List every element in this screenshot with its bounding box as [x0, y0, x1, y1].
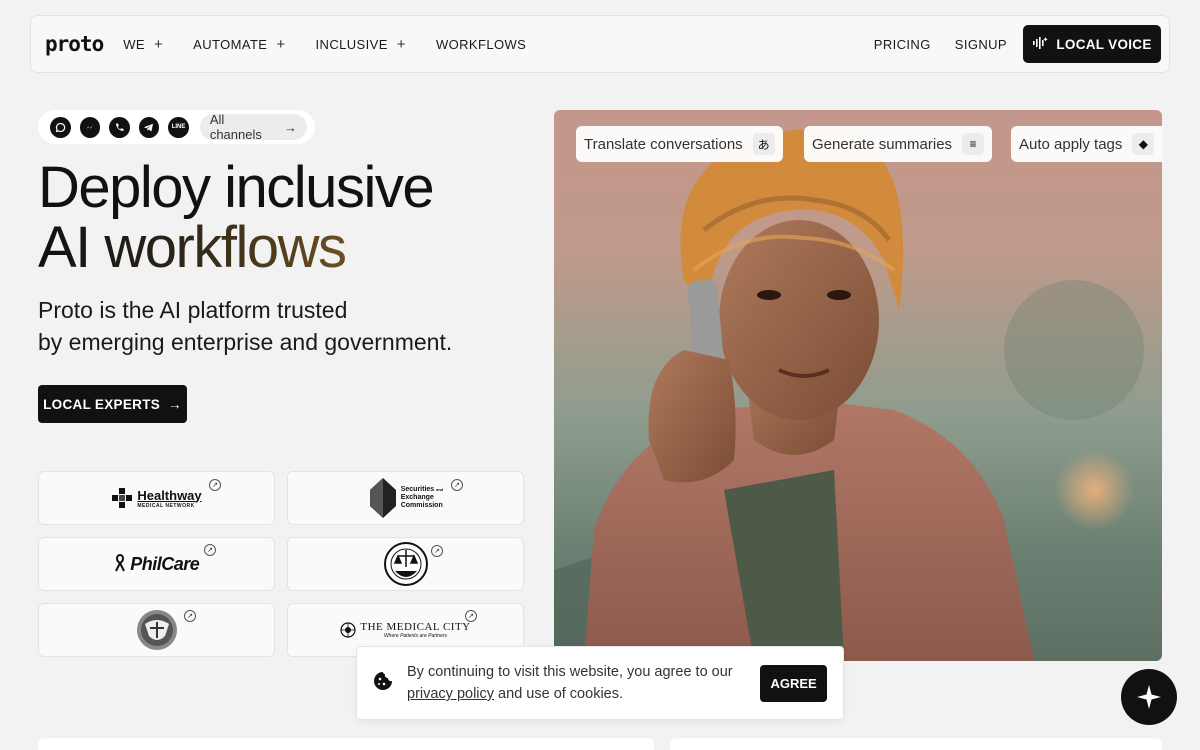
- chip-label: Generate summaries: [812, 135, 953, 153]
- sec-line1: Securities: [400, 486, 435, 493]
- whatsapp-icon[interactable]: [50, 116, 71, 138]
- sec-logo: Securities and Exchange Commission: [368, 476, 444, 520]
- cookie-text: By continuing to visit this website, you…: [407, 661, 746, 705]
- nav-item-automate[interactable]: AUTOMATE +: [193, 36, 285, 53]
- pricing-link[interactable]: PRICING: [874, 37, 931, 52]
- sec-line3: Commission: [400, 502, 443, 509]
- philcare-ribbon-icon: [114, 553, 131, 574]
- chip-label: Translate conversations: [584, 135, 743, 153]
- medical-city-sub: Where Patients are Partners: [383, 633, 448, 639]
- voice-wave-icon: [1032, 36, 1049, 53]
- arrow-right-icon: →: [168, 396, 182, 412]
- nav-item-workflows[interactable]: WORKFLOWS: [436, 37, 526, 52]
- philcare-logo: PhilCare: [114, 553, 200, 575]
- tag-icon: ◆: [1132, 133, 1155, 155]
- medical-city-name: THE MEDICAL CITY: [360, 621, 471, 633]
- nav-item-label: INCLUSIVE: [315, 36, 388, 52]
- cookie-icon: [373, 671, 393, 696]
- client-logo-seal[interactable]: ↗: [287, 537, 524, 591]
- external-link-icon: ↗: [184, 610, 196, 622]
- cookie-banner: By continuing to visit this website, you…: [356, 646, 844, 720]
- external-link-icon: ↗: [431, 545, 443, 557]
- hero-title-line2: AI workflows: [38, 215, 347, 280]
- messenger-icon[interactable]: [79, 116, 101, 138]
- nav-item-label: WE: [123, 36, 145, 52]
- translate-icon: あ: [752, 133, 775, 155]
- local-voice-label: LOCAL VOICE: [1056, 36, 1152, 52]
- external-link-icon: ↗: [451, 479, 463, 491]
- ai-assistant-button[interactable]: [1121, 669, 1177, 725]
- healthway-logo: Healthway MEDICAL NETWORK: [111, 487, 202, 509]
- healthway-mark-icon: [112, 488, 133, 508]
- local-experts-label: LOCAL EXPERTS: [43, 396, 161, 412]
- local-experts-button[interactable]: LOCAL EXPERTS →: [38, 385, 187, 423]
- external-link-icon: ↗: [204, 544, 216, 556]
- hero-subtitle-line2: by emerging enterprise and government.: [38, 329, 453, 355]
- government-seal-icon: [383, 542, 428, 586]
- hero-title: Deploy inclusive AI workflows: [38, 155, 435, 280]
- client-logo-healthway[interactable]: Healthway MEDICAL NETWORK ↗: [38, 471, 275, 525]
- plus-icon: +: [276, 35, 286, 53]
- medical-city-logo: THE MEDICAL CITY Where Patients are Part…: [340, 621, 470, 639]
- channels-pill: LINE All channels →: [38, 110, 315, 144]
- summary-icon: ≡: [962, 133, 985, 155]
- medical-city-mark-icon: [340, 622, 356, 638]
- chip-translate-conversations[interactable]: Translate conversations あ: [576, 126, 783, 162]
- agree-button[interactable]: AGREE: [760, 664, 827, 702]
- client-logo-bureau[interactable]: ↗: [38, 603, 275, 657]
- sec-line1-sup: and: [436, 487, 444, 492]
- cookie-text-after: and use of cookies.: [494, 686, 624, 702]
- nav-item-we[interactable]: WE +: [123, 36, 163, 53]
- chip-auto-apply-tags[interactable]: Auto apply tags ◆: [1011, 126, 1162, 162]
- philcare-name: PhilCare: [130, 554, 200, 574]
- telegram-icon[interactable]: [138, 116, 160, 138]
- healthway-name: Healthway: [137, 487, 202, 503]
- local-voice-button[interactable]: LOCAL VOICE: [1023, 25, 1161, 63]
- hero-photo: Translate conversations あ Generate summa…: [554, 110, 1162, 661]
- nav-item-label: WORKFLOWS: [435, 36, 527, 52]
- sparkle-icon: [1137, 685, 1161, 709]
- phone-icon[interactable]: [109, 116, 130, 138]
- chip-label: Auto apply tags: [1019, 135, 1123, 153]
- hero-title-line1: Deploy inclusive: [38, 155, 435, 220]
- nav-item-label: AUTOMATE: [193, 36, 268, 52]
- all-channels-label: All channels: [209, 112, 262, 142]
- client-logo-sec[interactable]: Securities and Exchange Commission ↗: [287, 471, 524, 525]
- bureau-seal-icon: [136, 610, 177, 650]
- external-link-icon: ↗: [465, 610, 477, 622]
- arrow-right-icon: →: [284, 119, 298, 135]
- external-link-icon: ↗: [209, 479, 221, 491]
- sec-line2: Exchange: [400, 494, 434, 501]
- hero-subtitle-line1: Proto is the AI platform trusted: [38, 297, 348, 323]
- bottom-card-right: [670, 738, 1162, 750]
- client-logo-philcare[interactable]: PhilCare ↗: [38, 537, 275, 591]
- cookie-text-before: By continuing to visit this website, you…: [407, 664, 733, 680]
- woman-on-phone-illustration: [554, 129, 1144, 661]
- line-icon[interactable]: LINE: [168, 116, 189, 138]
- sec-mark-icon: [369, 478, 396, 518]
- plus-icon: +: [153, 35, 164, 53]
- chip-generate-summaries[interactable]: Generate summaries ≡: [804, 126, 993, 162]
- signup-link[interactable]: SIGNUP: [955, 37, 1007, 52]
- hero-subtitle: Proto is the AI platform trusted by emer…: [38, 294, 452, 358]
- all-channels-button[interactable]: All channels →: [199, 112, 308, 142]
- nav-item-inclusive[interactable]: INCLUSIVE +: [316, 36, 406, 53]
- privacy-policy-link[interactable]: privacy policy: [407, 686, 494, 702]
- healthway-sub: MEDICAL NETWORK: [137, 502, 195, 509]
- proto-logo[interactable]: proto: [45, 32, 104, 56]
- bottom-card-left: [38, 738, 654, 750]
- client-logos-grid: Healthway MEDICAL NETWORK ↗ Securities a…: [38, 471, 524, 657]
- plus-icon: +: [396, 35, 406, 53]
- top-navbar: proto WE + AUTOMATE + INCLUSIVE + WORKFL…: [30, 15, 1170, 73]
